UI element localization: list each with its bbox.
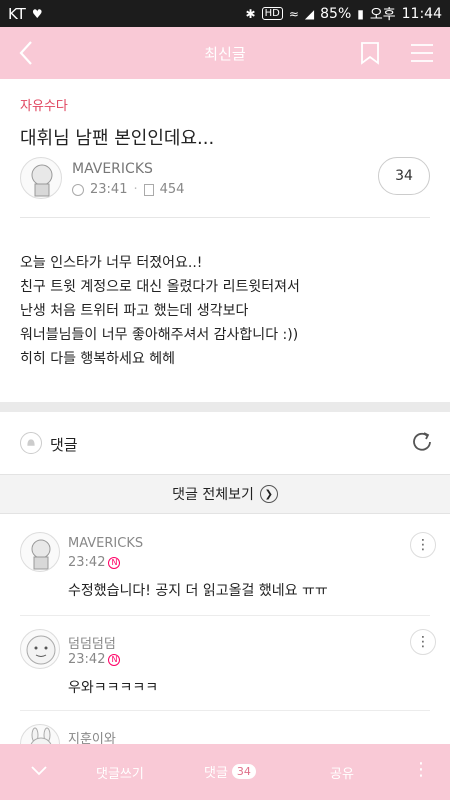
new-badge: N bbox=[108, 653, 121, 666]
avatar[interactable] bbox=[20, 629, 60, 669]
body-line: 오늘 인스타가 너무 터졌어요..! bbox=[20, 255, 203, 271]
comment-author[interactable]: MAVERICKS bbox=[68, 536, 143, 551]
more-vertical-icon[interactable]: ⋮ bbox=[410, 532, 436, 558]
comment-count-label: 34 bbox=[395, 168, 413, 184]
page-title: 최신글 bbox=[204, 44, 246, 63]
view-all-comments-button[interactable]: 댓글 전체보기 ❯ bbox=[0, 474, 450, 514]
body-line: 난생 처음 트위터 파고 했는데 생각보다 bbox=[20, 303, 249, 319]
comment-count-badge: 34 bbox=[231, 764, 256, 779]
bottom-action-bar: 댓글쓰기 댓글 34 공유 ⋮ bbox=[0, 744, 450, 800]
divider bbox=[20, 217, 430, 218]
comment-divider bbox=[20, 615, 430, 616]
bookmark-icon[interactable] bbox=[360, 41, 380, 65]
hd-label: HD bbox=[261, 7, 283, 20]
refresh-icon[interactable] bbox=[410, 430, 434, 454]
battery-icon: ▮ bbox=[357, 6, 364, 21]
author-name[interactable]: MAVERICKS bbox=[72, 161, 153, 177]
battery-percent: 85% bbox=[320, 5, 352, 22]
new-badge: N bbox=[108, 556, 121, 569]
post-time: 23:41 bbox=[90, 182, 128, 197]
body-line: 히히 다들 행복하세요 헤헤 bbox=[20, 351, 176, 367]
status-bar: KT ♥ ✱ HD ≈ ◢ 85% ▮ 오후 11:44 bbox=[0, 0, 450, 27]
heart-icon: ♥ bbox=[31, 6, 43, 21]
post-category[interactable]: 자유수다 bbox=[20, 95, 68, 114]
bell-icon[interactable] bbox=[20, 432, 42, 454]
avatar[interactable] bbox=[20, 532, 60, 572]
meta-dot: · bbox=[133, 182, 138, 197]
comments-button[interactable]: 댓글 34 bbox=[204, 762, 256, 781]
comment-text: 수정했습니다! 공지 더 읽고올걸 했네요 ㅠㅠ bbox=[68, 583, 328, 599]
views-icon bbox=[143, 183, 154, 196]
app-header: 최신글 bbox=[0, 27, 450, 79]
clock-time: 11:44 bbox=[401, 5, 442, 22]
comment-time-label: 23:42 bbox=[68, 555, 106, 570]
comment-time: 23:42 N bbox=[68, 555, 121, 570]
more-vertical-icon[interactable]: ⋮ bbox=[410, 629, 436, 655]
post-title: 대휘님 남팬 본인인데요... bbox=[20, 128, 215, 149]
chevron-right-icon: ❯ bbox=[259, 485, 278, 503]
section-divider bbox=[0, 402, 450, 412]
body-line: 친구 트윗 계정으로 대신 올렸다가 리트윗터져서 bbox=[20, 279, 300, 295]
comment-author[interactable]: 덤덤덤덤 bbox=[68, 633, 116, 652]
back-icon[interactable] bbox=[14, 39, 40, 67]
bluetooth-icon: ✱ bbox=[245, 6, 256, 21]
clock-icon bbox=[72, 183, 84, 196]
comment-count-button[interactable]: 34 bbox=[378, 157, 430, 195]
body-line: 워너블님들이 너무 좋아해주셔서 감사합니다 :)) bbox=[20, 327, 299, 343]
comment-time: 23:42 N bbox=[68, 652, 121, 667]
view-all-label: 댓글 전체보기 bbox=[172, 487, 254, 503]
more-vertical-icon[interactable]: ⋮ bbox=[412, 759, 430, 780]
comments-button-label: 댓글 bbox=[204, 766, 228, 781]
post-meta: 23:41 · 454 bbox=[72, 182, 184, 197]
comment-divider bbox=[20, 710, 430, 711]
comment-time-label: 23:42 bbox=[68, 652, 106, 667]
share-button[interactable]: 공유 bbox=[330, 763, 354, 782]
carrier-label: KT bbox=[8, 4, 26, 23]
chevron-down-icon[interactable] bbox=[30, 762, 48, 780]
comment-text: 우와ㅋㅋㅋㅋㅋ bbox=[68, 680, 159, 696]
ampm-label: 오후 bbox=[369, 6, 396, 23]
wifi-icon: ≈ bbox=[288, 6, 299, 21]
write-comment-button[interactable]: 댓글쓰기 bbox=[96, 763, 144, 782]
menu-icon[interactable] bbox=[410, 43, 434, 63]
comments-label: 댓글 bbox=[50, 436, 78, 454]
post-body: 오늘 인스타가 너무 터졌어요..! 친구 트윗 계정으로 대신 올렸다가 리트… bbox=[20, 251, 300, 371]
signal-icon: ◢ bbox=[304, 6, 315, 21]
author-avatar[interactable] bbox=[20, 157, 62, 199]
comment-header: 댓글 bbox=[0, 420, 450, 472]
post-views: 454 bbox=[159, 182, 185, 197]
